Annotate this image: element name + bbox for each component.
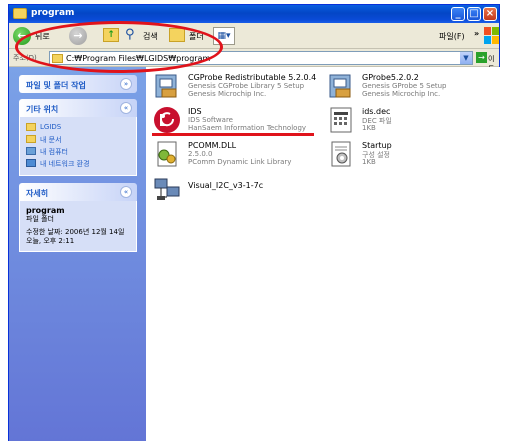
my-documents-icon bbox=[26, 135, 36, 143]
file-size: 1KB bbox=[362, 158, 376, 166]
place-label[interactable]: 내 네트워크 환경 bbox=[40, 159, 90, 169]
file-name[interactable]: Visual_I2C_v3-1-7c bbox=[188, 181, 263, 190]
file-name[interactable]: IDS bbox=[188, 107, 202, 116]
file-item[interactable]: ids.dec DEC 파일 1KB bbox=[326, 105, 496, 139]
details-body: program 파일 폴더 수정한 날짜: 2006년 12월 14일 오늘, … bbox=[19, 201, 137, 252]
details-header[interactable]: 자세히 « bbox=[19, 183, 137, 201]
folder-icon bbox=[26, 123, 36, 131]
other-places-panel: 기타 위치 « LGIDS 내 문서 내 컴퓨터 내 네트워크 환경 bbox=[19, 99, 137, 176]
file-description: PComm Dynamic Link Library bbox=[188, 158, 292, 166]
file-size: 1KB bbox=[362, 124, 376, 132]
file-item[interactable]: GProbe5.2.0.2 Genesis GProbe 5 Setup Gen… bbox=[326, 71, 496, 105]
file-item[interactable]: CGProbe Redistributable 5.2.0.4 Genesis … bbox=[152, 71, 320, 105]
file-version: 2.5.0.0 bbox=[188, 150, 213, 158]
file-description: Genesis CGProbe Library 5 Setup bbox=[188, 82, 305, 90]
other-places-list: LGIDS 내 문서 내 컴퓨터 내 네트워크 환경 bbox=[19, 117, 137, 176]
place-label[interactable]: 내 문서 bbox=[40, 135, 62, 145]
windows-logo-icon bbox=[483, 25, 499, 45]
dec-file-icon bbox=[330, 107, 352, 133]
chevron-down-icon[interactable]: ▼ bbox=[460, 52, 472, 64]
folder-icon bbox=[13, 8, 27, 19]
file-item[interactable]: PCOMM.DLL 2.5.0.0 PComm Dynamic Link Lib… bbox=[152, 139, 320, 173]
file-menu[interactable]: 파일(F) bbox=[439, 31, 465, 42]
maximize-button[interactable]: □ bbox=[467, 7, 481, 21]
place-item-my-computer[interactable]: 내 컴퓨터 bbox=[26, 146, 130, 157]
file-view: CGProbe Redistributable 5.2.0.4 Genesis … bbox=[146, 67, 501, 441]
file-name[interactable]: ids.dec bbox=[362, 107, 390, 116]
close-button[interactable]: × bbox=[483, 7, 497, 21]
file-publisher: Genesis Microchip Inc. bbox=[362, 90, 441, 98]
my-computer-icon bbox=[26, 147, 36, 155]
file-publisher: HanSaem Information Technology bbox=[188, 124, 307, 132]
title-bar[interactable]: program _ □ × bbox=[9, 5, 499, 23]
file-description: IDS Software bbox=[188, 116, 233, 124]
details-type: 파일 폴더 bbox=[26, 215, 54, 223]
details-name: program bbox=[26, 206, 65, 215]
window-title: program bbox=[31, 8, 75, 18]
dll-icon bbox=[157, 141, 177, 167]
place-label[interactable]: 내 컴퓨터 bbox=[40, 147, 68, 157]
file-item[interactable]: Startup 구성 설정 1KB bbox=[326, 139, 496, 173]
lg-logo-icon bbox=[154, 107, 180, 133]
panel-title: 자세히 bbox=[26, 189, 49, 198]
file-name[interactable]: GProbe5.2.0.2 bbox=[362, 73, 419, 82]
go-arrow-icon[interactable]: → bbox=[476, 52, 487, 63]
file-name[interactable]: Startup bbox=[362, 141, 392, 150]
file-publisher: Genesis Microchip Inc. bbox=[188, 90, 267, 98]
other-places-header[interactable]: 기타 위치 « bbox=[19, 99, 137, 117]
installer-icon bbox=[329, 74, 351, 98]
network-app-icon bbox=[154, 178, 180, 200]
place-label[interactable]: LGIDS bbox=[40, 123, 61, 131]
red-annotation-underline bbox=[152, 133, 314, 136]
settings-file-icon bbox=[331, 141, 351, 167]
place-item-lgids[interactable]: LGIDS bbox=[26, 122, 130, 133]
installer-icon bbox=[155, 74, 177, 98]
expand-icon[interactable]: » bbox=[120, 78, 132, 90]
file-description: Genesis GProbe 5 Setup bbox=[362, 82, 447, 90]
file-name[interactable]: PCOMM.DLL bbox=[188, 141, 236, 150]
details-modified: 수정한 날짜: 2006년 12월 14일 오늘, 오후 2:11 bbox=[26, 228, 125, 245]
red-annotation-circle bbox=[15, 21, 223, 73]
collapse-icon[interactable]: « bbox=[120, 102, 132, 114]
place-item-network[interactable]: 내 네트워크 환경 bbox=[26, 158, 130, 169]
collapse-icon[interactable]: « bbox=[120, 186, 132, 198]
file-tasks-panel: 파일 및 폴더 작업 » bbox=[19, 75, 137, 93]
file-item[interactable]: Visual_I2C_v3-1-7c bbox=[152, 173, 320, 207]
task-pane: 파일 및 폴더 작업 » 기타 위치 « LGIDS 내 문서 내 컴퓨터 내 … bbox=[9, 67, 146, 441]
network-icon bbox=[26, 159, 36, 167]
explorer-window: program _ □ × ← 뒤로 → ↑ ⚲ 검색 폴더 ▦▾ 파일(F) … bbox=[8, 4, 501, 441]
panel-title: 파일 및 폴더 작업 bbox=[26, 81, 86, 90]
file-tasks-header[interactable]: 파일 및 폴더 작업 » bbox=[19, 75, 137, 93]
minimize-button[interactable]: _ bbox=[451, 7, 465, 21]
place-item-my-documents[interactable]: 내 문서 bbox=[26, 134, 130, 145]
panel-title: 기타 위치 bbox=[26, 105, 59, 114]
file-name[interactable]: CGProbe Redistributable 5.2.0.4 bbox=[188, 73, 316, 82]
toolbar-overflow-chevron[interactable]: » bbox=[474, 29, 479, 38]
details-panel: 자세히 « program 파일 폴더 수정한 날짜: 2006년 12월 14… bbox=[19, 183, 137, 252]
